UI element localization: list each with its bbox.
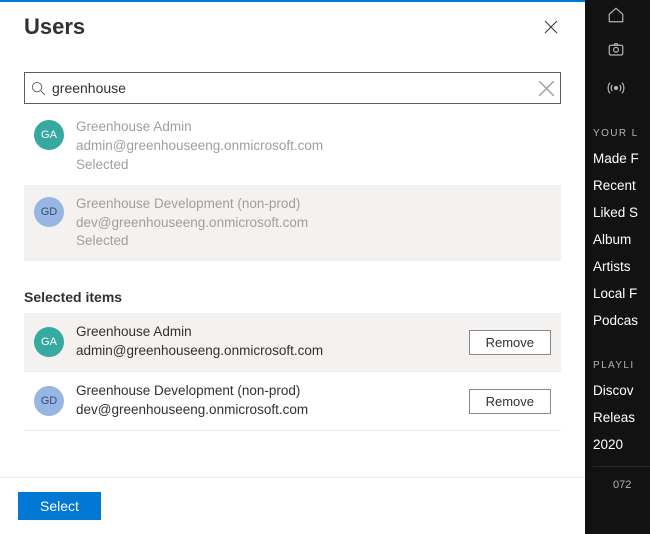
close-icon <box>544 20 558 34</box>
sidebar-numeric: 072 <box>585 473 650 491</box>
search-icon <box>31 81 46 96</box>
selected-name: Greenhouse Admin <box>76 323 457 342</box>
clear-search-icon[interactable] <box>539 81 554 96</box>
avatar: GD <box>34 197 64 227</box>
sidebar-item[interactable]: 2020 <box>585 431 650 458</box>
suggestion-item[interactable]: GD Greenhouse Development (non-prod) dev… <box>24 185 561 262</box>
sidebar-item[interactable]: Releas <box>585 404 650 431</box>
selected-items-header: Selected items <box>24 289 561 305</box>
sidebar-item[interactable]: Recent <box>585 172 650 199</box>
suggestion-state: Selected <box>76 156 323 175</box>
remove-button[interactable]: Remove <box>469 330 551 355</box>
selected-email: dev@greenhouseeng.onmicrosoft.com <box>76 401 457 420</box>
radio-icon <box>607 79 625 97</box>
selected-item: GA Greenhouse Admin admin@greenhouseeng.… <box>24 313 561 372</box>
home-icon <box>607 6 625 24</box>
suggestion-item[interactable]: GA Greenhouse Admin admin@greenhouseeng.… <box>24 108 561 185</box>
panel-title: Users <box>24 14 85 40</box>
select-button[interactable]: Select <box>18 492 101 520</box>
selected-name: Greenhouse Development (non-prod) <box>76 382 457 401</box>
selected-items-list: GA Greenhouse Admin admin@greenhouseeng.… <box>24 313 561 431</box>
suggestion-email: admin@greenhouseeng.onmicrosoft.com <box>76 137 323 156</box>
suggestion-name: Greenhouse Admin <box>76 118 323 137</box>
sidebar-item[interactable]: Local F <box>585 280 650 307</box>
sidebar-item[interactable]: Made F <box>585 145 650 172</box>
suggestion-name: Greenhouse Development (non-prod) <box>76 195 308 214</box>
selected-email: admin@greenhouseeng.onmicrosoft.com <box>76 342 457 361</box>
sidebar-item[interactable]: Artists <box>585 253 650 280</box>
users-picker-panel: Users GA Greenhouse Admin admin@greenhou… <box>0 2 585 534</box>
suggestion-state: Selected <box>76 232 308 251</box>
suggestion-list: GA Greenhouse Admin admin@greenhouseeng.… <box>24 108 561 261</box>
avatar: GD <box>34 386 64 416</box>
remove-button[interactable]: Remove <box>469 389 551 414</box>
sidebar-section-label: YOUR L <box>585 102 650 145</box>
search-box[interactable] <box>24 72 561 104</box>
selected-item: GD Greenhouse Development (non-prod) dev… <box>24 372 561 431</box>
avatar: GA <box>34 120 64 150</box>
sidebar-item[interactable]: Liked S <box>585 199 650 226</box>
camera-icon <box>607 40 625 58</box>
sidebar-item[interactable]: Discov <box>585 377 650 404</box>
avatar: GA <box>34 327 64 357</box>
close-button[interactable] <box>541 17 561 37</box>
sidebar-item[interactable]: Podcas <box>585 307 650 334</box>
panel-footer: Select <box>0 477 585 534</box>
background-app-sidebar: YOUR L Made F Recent Liked S Album Artis… <box>585 0 650 534</box>
sidebar-item[interactable]: Album <box>585 226 650 253</box>
search-input[interactable] <box>46 80 539 96</box>
sidebar-section-label: PLAYLI <box>585 334 650 377</box>
suggestion-email: dev@greenhouseeng.onmicrosoft.com <box>76 214 308 233</box>
